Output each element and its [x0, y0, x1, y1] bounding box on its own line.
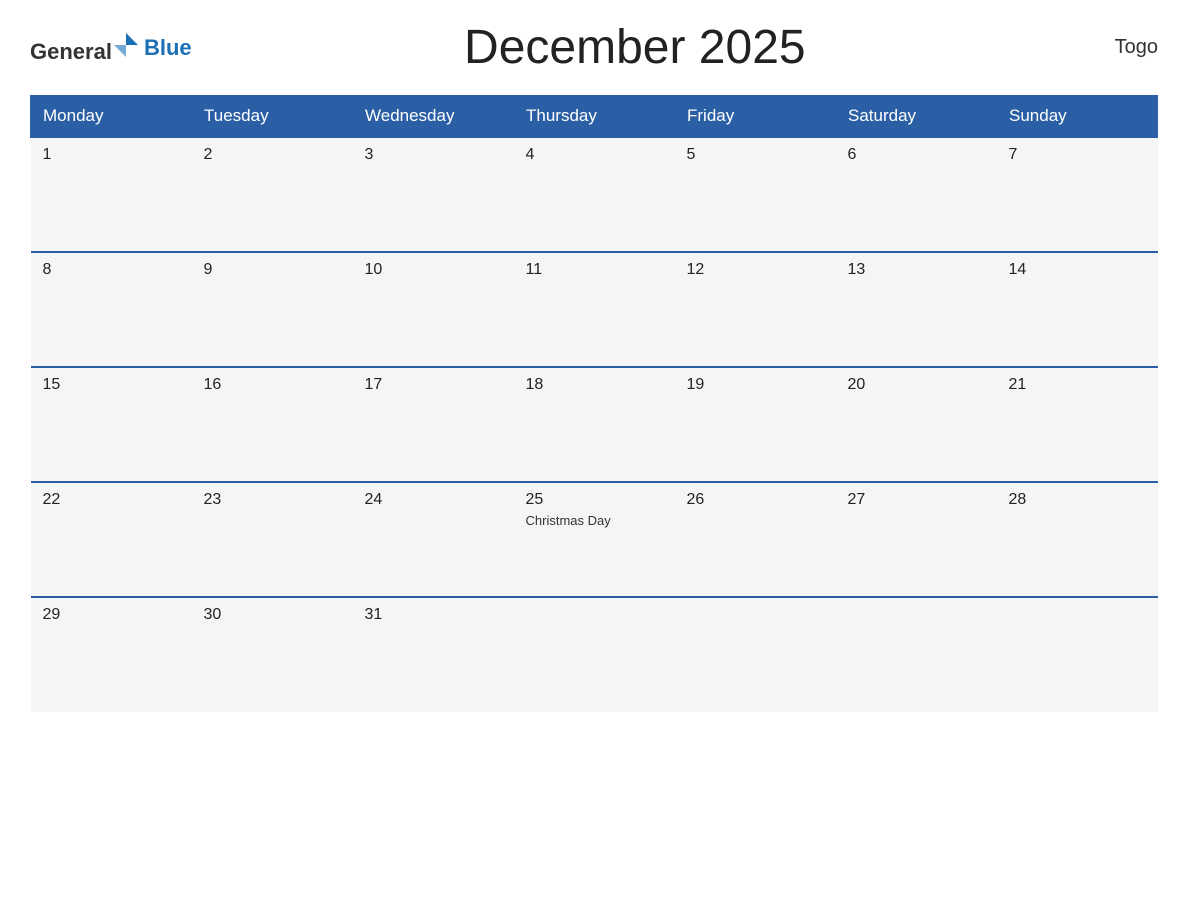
table-row: 28	[997, 482, 1158, 597]
table-row: 2	[192, 137, 353, 252]
col-wednesday: Wednesday	[353, 96, 514, 138]
table-row: 8	[31, 252, 192, 367]
page-header: General Blue December 2025 Togo	[30, 20, 1158, 85]
table-row: 18	[514, 367, 675, 482]
table-row: 14	[997, 252, 1158, 367]
day-number: 22	[43, 491, 180, 509]
day-number: 14	[1009, 261, 1146, 279]
day-number: 5	[687, 146, 824, 164]
table-row: 9	[192, 252, 353, 367]
day-number: 19	[687, 376, 824, 394]
table-row: 31	[353, 597, 514, 712]
country-label: Togo	[1078, 36, 1158, 59]
table-row	[675, 597, 836, 712]
table-row: 12	[675, 252, 836, 367]
table-row: 10	[353, 252, 514, 367]
day-number: 28	[1009, 491, 1146, 509]
day-number: 21	[1009, 376, 1146, 394]
table-row: 19	[675, 367, 836, 482]
calendar-table: Monday Tuesday Wednesday Thursday Friday…	[30, 95, 1158, 712]
table-row: 20	[836, 367, 997, 482]
logo-icon	[112, 31, 140, 59]
col-monday: Monday	[31, 96, 192, 138]
day-number: 16	[204, 376, 341, 394]
table-row: 16	[192, 367, 353, 482]
table-row: 5	[675, 137, 836, 252]
day-number: 15	[43, 376, 180, 394]
day-number: 31	[365, 606, 502, 624]
col-saturday: Saturday	[836, 96, 997, 138]
logo-text: General	[30, 31, 140, 65]
day-number: 4	[526, 146, 663, 164]
calendar-week-row: 15 16 17 18 19 20 21	[31, 367, 1158, 482]
day-number: 8	[43, 261, 180, 279]
day-number: 29	[43, 606, 180, 624]
logo-general: General	[30, 39, 112, 64]
table-row: 30	[192, 597, 353, 712]
table-row: 27	[836, 482, 997, 597]
calendar-week-row: 1 2 3 4 5 6 7	[31, 137, 1158, 252]
calendar-title: December 2025	[192, 20, 1078, 75]
table-row	[997, 597, 1158, 712]
table-row: 21	[997, 367, 1158, 482]
day-number: 17	[365, 376, 502, 394]
table-row	[836, 597, 997, 712]
day-number: 2	[204, 146, 341, 164]
day-number: 24	[365, 491, 502, 509]
table-row: 29	[31, 597, 192, 712]
table-row: 4	[514, 137, 675, 252]
table-row: 3	[353, 137, 514, 252]
day-number: 11	[526, 261, 663, 279]
table-row: 17	[353, 367, 514, 482]
table-row: 11	[514, 252, 675, 367]
day-number: 30	[204, 606, 341, 624]
day-number: 9	[204, 261, 341, 279]
table-row	[514, 597, 675, 712]
calendar-header-row: Monday Tuesday Wednesday Thursday Friday…	[31, 96, 1158, 138]
calendar-week-row: 8 9 10 11 12 13 14	[31, 252, 1158, 367]
day-number: 26	[687, 491, 824, 509]
table-row: 22	[31, 482, 192, 597]
table-row: 1	[31, 137, 192, 252]
day-number: 13	[848, 261, 985, 279]
col-thursday: Thursday	[514, 96, 675, 138]
day-number: 10	[365, 261, 502, 279]
day-number: 7	[1009, 146, 1146, 164]
logo: General Blue	[30, 31, 192, 65]
table-row: 24	[353, 482, 514, 597]
table-row: 25 Christmas Day	[514, 482, 675, 597]
col-sunday: Sunday	[997, 96, 1158, 138]
day-number: 20	[848, 376, 985, 394]
day-number: 12	[687, 261, 824, 279]
logo-blue: Blue	[144, 35, 192, 61]
table-row: 15	[31, 367, 192, 482]
day-number: 3	[365, 146, 502, 164]
day-number: 27	[848, 491, 985, 509]
table-row: 6	[836, 137, 997, 252]
day-number: 18	[526, 376, 663, 394]
calendar-week-row: 22 23 24 25 Christmas Day 26 27 28	[31, 482, 1158, 597]
table-row: 7	[997, 137, 1158, 252]
day-number: 1	[43, 146, 180, 164]
calendar-event: Christmas Day	[526, 513, 663, 528]
table-row: 23	[192, 482, 353, 597]
day-number: 6	[848, 146, 985, 164]
calendar-week-row: 29 30 31	[31, 597, 1158, 712]
table-row: 26	[675, 482, 836, 597]
table-row: 13	[836, 252, 997, 367]
col-friday: Friday	[675, 96, 836, 138]
day-number: 25	[526, 491, 663, 509]
day-number: 23	[204, 491, 341, 509]
col-tuesday: Tuesday	[192, 96, 353, 138]
